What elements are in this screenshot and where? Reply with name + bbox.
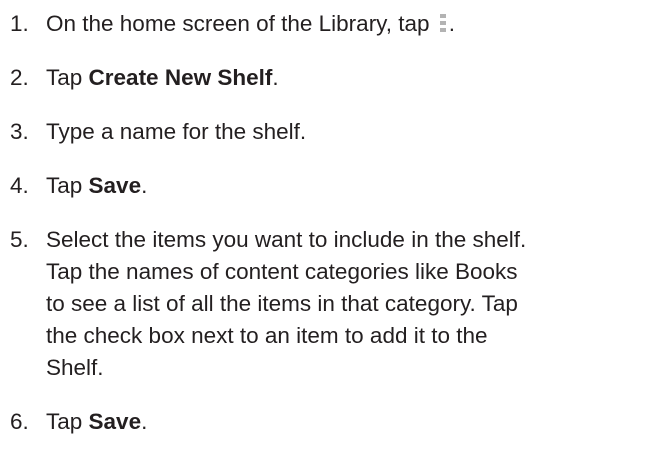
- save-label: Save: [88, 173, 142, 198]
- step-text-line: the check box next to an item to add it …: [46, 323, 488, 348]
- step-6: 6. Tap Save.: [10, 406, 665, 438]
- step-text-line: to see a list of all the items in that c…: [46, 291, 518, 316]
- step-text: Tap Save.: [46, 170, 665, 202]
- step-text-before: On the home screen of the Library, tap: [46, 11, 436, 36]
- step-text: Type a name for the shelf.: [46, 119, 307, 144]
- step-5: 5. Select the items you want to include …: [10, 224, 665, 384]
- step-number: 3.: [10, 119, 29, 144]
- step-number: 1.: [10, 11, 29, 36]
- step-text-line: Shelf.: [46, 355, 104, 380]
- step-text: On the home screen of the Library, tap .: [46, 8, 665, 40]
- step-text-after: .: [141, 409, 148, 434]
- step-2: 2. Tap Create New Shelf.: [10, 62, 665, 94]
- step-text: Select the items you want to include in …: [46, 224, 665, 384]
- step-text: Tap Save.: [46, 406, 665, 438]
- create-new-shelf-label: Create New Shelf: [88, 65, 273, 90]
- step-text-before: Tap: [46, 65, 89, 90]
- step-3: 3. Type a name for the shelf.: [10, 116, 665, 148]
- step-text-after: .: [141, 173, 148, 198]
- step-text-before: Tap: [46, 409, 89, 434]
- instruction-steps: 1. On the home screen of the Library, ta…: [10, 0, 665, 438]
- step-text-line: Select the items you want to include in …: [46, 227, 527, 252]
- save-label: Save: [88, 409, 142, 434]
- step-text-line: Tap the names of content categories like…: [46, 259, 518, 284]
- step-text: Tap Create New Shelf.: [46, 62, 665, 94]
- menu-icon: [439, 14, 447, 33]
- step-4: 4. Tap Save.: [10, 170, 665, 202]
- step-text-before: Tap: [46, 173, 89, 198]
- step-number: 2.: [10, 65, 29, 90]
- step-text-after: .: [272, 65, 279, 90]
- step-number: 6.: [10, 409, 29, 434]
- step-number: 4.: [10, 173, 29, 198]
- step-1: 1. On the home screen of the Library, ta…: [10, 8, 665, 40]
- step-number: 5.: [10, 227, 29, 252]
- step-text-after: .: [448, 11, 456, 36]
